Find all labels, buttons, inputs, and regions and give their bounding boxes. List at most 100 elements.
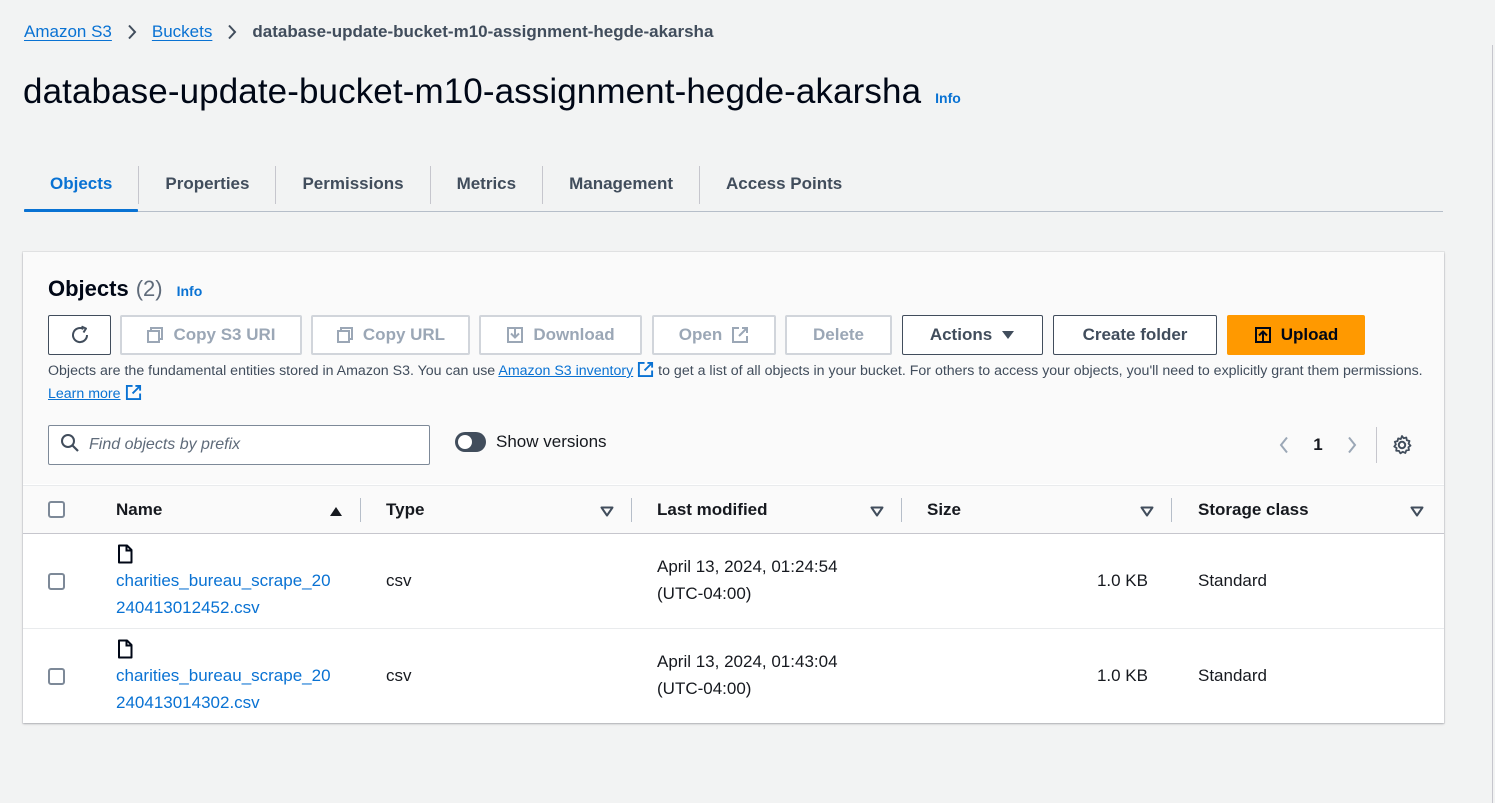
objects-count: (2) [135, 276, 163, 301]
previous-page-button[interactable] [1275, 436, 1293, 454]
page-number[interactable]: 1 [1293, 435, 1343, 455]
object-storage-class: Standard [1198, 666, 1267, 685]
refresh-icon [69, 324, 91, 346]
object-size: 1.0 KB [1096, 571, 1148, 590]
table-header: Name Type Last modified Size Storage cla… [23, 485, 1444, 534]
object-last-modified: April 13, 2024, 01:43:04 (UTC-04:00) [657, 648, 838, 702]
upload-button[interactable]: Upload [1227, 315, 1365, 355]
sort-caret-down-icon[interactable] [1410, 504, 1424, 522]
column-separator [360, 498, 361, 522]
tab-properties[interactable]: Properties [139, 156, 275, 211]
caret-down-icon [1001, 330, 1015, 340]
column-header-size[interactable]: Size [927, 486, 961, 534]
s3-inventory-link[interactable]: Amazon S3 inventory [498, 363, 633, 379]
object-name-line-2[interactable]: 240413012452.csv [116, 598, 260, 617]
pagination: 1 [1275, 432, 1361, 458]
objects-description: Objects are the fundamental entities sto… [48, 361, 1428, 407]
tab-permissions[interactable]: Permissions [276, 156, 429, 211]
pagination-divider [1376, 427, 1377, 463]
chevron-right-icon [112, 24, 152, 40]
tab-metrics[interactable]: Metrics [431, 156, 543, 211]
upload-label: Upload [1280, 325, 1339, 344]
page-title: database-update-bucket-m10-assignment-he… [23, 72, 922, 111]
tab-access-points[interactable]: Access Points [700, 156, 868, 211]
tab-management[interactable]: Management [543, 156, 699, 211]
actions-label: Actions [929, 325, 993, 344]
column-separator [631, 498, 632, 522]
chevron-right-icon [212, 24, 252, 40]
table-row: charities_bureau_scrape_20 240413012452.… [23, 534, 1444, 629]
description-text-2: to get a list of all objects in your buc… [654, 363, 1423, 379]
scrollbar-track [1492, 45, 1493, 803]
modified-timezone: (UTC-04:00) [657, 584, 752, 603]
show-versions-label: Show versions [496, 432, 607, 451]
row-checkbox[interactable] [48, 668, 65, 685]
description-text-1: Objects are the fundamental entities sto… [48, 363, 499, 379]
file-icon [117, 639, 133, 664]
learn-more-link[interactable]: Learn more [48, 386, 121, 402]
object-name-link[interactable]: charities_bureau_scrape_20 240413012452.… [116, 567, 331, 621]
next-page-button[interactable] [1343, 436, 1361, 454]
external-link-icon [125, 384, 142, 407]
breadcrumb: Amazon S3 Buckets database-update-bucket… [24, 20, 713, 44]
column-header-last-modified[interactable]: Last modified [657, 486, 768, 534]
external-link-icon [637, 361, 654, 384]
file-icon [117, 544, 133, 569]
copy-s3-uri-button[interactable]: Copy S3 URI [120, 315, 302, 355]
download-icon [506, 326, 524, 344]
sort-caret-down-icon[interactable] [1140, 504, 1154, 522]
copy-s3-uri-label: Copy S3 URI [173, 325, 276, 344]
table-row: charities_bureau_scrape_20 240413014302.… [23, 629, 1444, 722]
modified-date: April 13, 2024, 01:43:04 [657, 652, 838, 671]
download-button[interactable]: Download [479, 315, 642, 355]
copy-url-label: Copy URL [362, 325, 446, 344]
object-name-line-1[interactable]: charities_bureau_scrape_20 [116, 666, 331, 685]
object-storage-class: Standard [1198, 571, 1267, 590]
column-separator [1171, 498, 1172, 522]
tab-objects[interactable]: Objects [24, 156, 139, 212]
sort-ascending-icon[interactable] [329, 504, 343, 522]
upload-icon [1254, 326, 1272, 344]
delete-label: Delete [812, 325, 865, 344]
search-input[interactable] [89, 436, 409, 454]
breadcrumb-current: database-update-bucket-m10-assignment-he… [252, 22, 714, 41]
breadcrumb-link-buckets[interactable]: Buckets [152, 22, 212, 42]
external-link-icon [731, 326, 749, 344]
create-folder-button[interactable]: Create folder [1053, 315, 1217, 355]
sort-caret-down-icon[interactable] [870, 504, 884, 522]
object-name-line-1[interactable]: charities_bureau_scrape_20 [116, 571, 331, 590]
refresh-button[interactable] [48, 315, 111, 355]
breadcrumb-link-amazon-s3[interactable]: Amazon S3 [24, 22, 112, 42]
row-checkbox[interactable] [48, 573, 65, 590]
show-versions-toggle[interactable] [455, 432, 486, 452]
gear-icon[interactable] [1391, 434, 1413, 461]
search-box [48, 425, 430, 465]
objects-heading-text: Objects [48, 276, 129, 301]
page-header: database-update-bucket-m10-assignment-he… [23, 72, 961, 112]
page-info-link[interactable]: Info [935, 90, 961, 106]
object-last-modified: April 13, 2024, 01:24:54 (UTC-04:00) [657, 553, 838, 607]
create-folder-label: Create folder [1082, 325, 1188, 344]
column-header-storage-class[interactable]: Storage class [1198, 486, 1309, 534]
tab-bar: Objects Properties Permissions Metrics M… [24, 156, 1443, 212]
object-type: csv [386, 571, 412, 590]
copy-url-button[interactable]: Copy URL [311, 315, 470, 355]
modified-timezone: (UTC-04:00) [657, 679, 752, 698]
objects-info-link[interactable]: Info [177, 283, 203, 299]
column-header-name[interactable]: Name [116, 486, 162, 534]
modified-date: April 13, 2024, 01:24:54 [657, 557, 838, 576]
search-icon [60, 433, 80, 458]
delete-button[interactable]: Delete [785, 315, 892, 355]
object-name-line-2[interactable]: 240413014302.csv [116, 693, 260, 712]
sort-caret-down-icon[interactable] [600, 504, 614, 522]
objects-heading: Objects (2) Info [48, 276, 202, 302]
actions-dropdown-button[interactable]: Actions [902, 315, 1043, 355]
column-separator [901, 498, 902, 522]
column-header-type[interactable]: Type [386, 486, 424, 534]
object-name-link[interactable]: charities_bureau_scrape_20 240413014302.… [116, 662, 331, 716]
copy-icon [146, 326, 164, 344]
open-button[interactable]: Open [652, 315, 776, 355]
object-size: 1.0 KB [1096, 666, 1148, 685]
open-label: Open [678, 325, 723, 344]
select-all-checkbox[interactable] [48, 501, 65, 518]
